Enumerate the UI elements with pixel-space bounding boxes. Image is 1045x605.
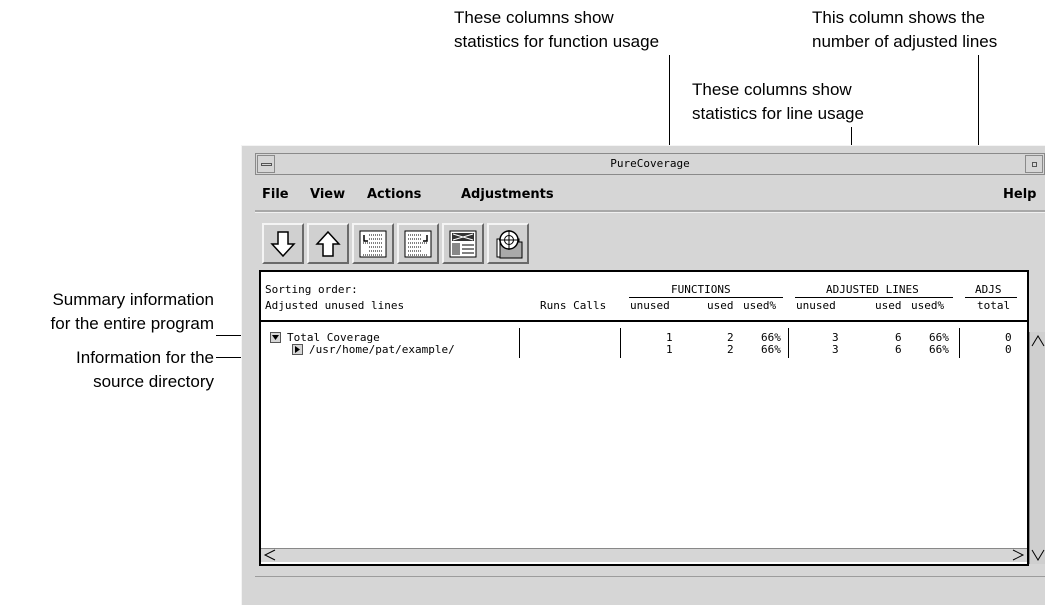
column-separator (620, 328, 621, 358)
callout-source-dir: Information for the source directory (76, 346, 214, 394)
minimize-icon (1032, 162, 1037, 167)
sorting-order-label: Sorting order: (265, 283, 358, 296)
callout-function-usage-line2: statistics for function usage (454, 32, 660, 51)
collapse-triangle-icon[interactable] (270, 332, 281, 343)
functions-group-header: FUNCTIONS (671, 283, 731, 296)
toolbar-collapse-button[interactable] (397, 223, 439, 264)
functions-group-line (629, 297, 783, 298)
callout-adjusted-lines-line2: number of adjusted lines (812, 32, 998, 51)
column-separator (788, 328, 789, 358)
menu-view[interactable]: View (310, 187, 345, 202)
callout-line-usage-line1: These columns show (692, 80, 852, 99)
row-name: /usr/home/pat/example/ (309, 343, 455, 356)
callout-line-usage: These columns show statistics for line u… (692, 78, 864, 126)
window-title: PureCoverage (610, 157, 690, 170)
callout-adjusted-lines: This column shows the number of adjusted… (812, 6, 997, 54)
column-separator (959, 328, 960, 358)
lines-usedpct-value: 66% (929, 343, 949, 356)
functions-used-value: 2 (727, 343, 734, 356)
lines-unused-value: 3 (832, 343, 839, 356)
status-bar (255, 576, 1045, 601)
arrow-down-icon (270, 231, 296, 258)
vertical-scrollbar[interactable] (1029, 332, 1045, 564)
toolbar-target-button[interactable] (487, 223, 529, 264)
col-functions-used[interactable]: used (707, 299, 734, 312)
runs-calls-header: Runs Calls (540, 299, 607, 312)
target-icon (496, 230, 523, 259)
column-separator (519, 328, 520, 358)
adjusted-lines-group-header: ADJUSTED LINES (826, 283, 919, 296)
callout-adjusted-lines-line1: This column shows the (812, 8, 985, 27)
col-lines-used[interactable]: used (875, 299, 902, 312)
callout-summary-line1: Summary information (52, 290, 214, 309)
callout-source-dir-line1: Information for the (76, 348, 214, 367)
toolbar-annotate-button[interactable] (442, 223, 484, 264)
callout-summary-line2: for the entire program (50, 314, 214, 333)
coverage-table: Sorting order: Adjusted unused lines Run… (259, 270, 1029, 566)
lines-used-value: 6 (895, 343, 902, 356)
title-bar[interactable]: PureCoverage (255, 153, 1045, 175)
col-adjs-total[interactable]: total (977, 299, 1010, 312)
callout-function-usage: These columns show statistics for functi… (454, 6, 659, 54)
functions-unused-value: 1 (666, 343, 673, 356)
col-functions-usedpct[interactable]: used% (743, 299, 776, 312)
callout-summary: Summary information for the entire progr… (51, 288, 214, 336)
col-lines-unused[interactable]: unused (796, 299, 836, 312)
adjs-group-header: ADJS (975, 283, 1002, 296)
arrow-up-icon (315, 230, 341, 257)
toolbar-up-button[interactable] (307, 223, 349, 264)
menu-adjustments[interactable]: Adjustments (461, 187, 554, 202)
callout-line-usage-line2: statistics for line usage (692, 104, 864, 123)
adjusted-lines-group-line (795, 297, 953, 298)
sorting-order-value[interactable]: Adjusted unused lines (265, 299, 404, 312)
menu-help[interactable]: Help (1003, 187, 1036, 202)
minimize-button[interactable] (1025, 155, 1043, 173)
purecoverage-window: PureCoverage File View Actions Adjustmen… (241, 145, 1045, 605)
adjs-total-value: 0 (1005, 343, 1012, 356)
callout-source-dir-line2: source directory (93, 372, 214, 391)
menu-file[interactable]: File (262, 187, 289, 202)
menu-actions[interactable]: Actions (367, 187, 421, 202)
callout-function-usage-line1: These columns show (454, 8, 614, 27)
col-lines-usedpct[interactable]: used% (911, 299, 944, 312)
menu-bar: File View Actions Adjustments Help (255, 180, 1045, 208)
expand-icon (359, 230, 387, 258)
adjs-group-line (965, 297, 1017, 298)
expand-triangle-icon[interactable] (292, 344, 303, 355)
scroll-right-icon[interactable] (1011, 549, 1025, 561)
menu-separator (255, 210, 1045, 213)
toolbar-expand-button[interactable] (352, 223, 394, 264)
toolbar-down-button[interactable] (262, 223, 304, 264)
annotate-icon (449, 230, 477, 258)
collapse-icon (404, 230, 432, 258)
horizontal-scrollbar[interactable] (261, 548, 1027, 562)
scroll-down-icon[interactable] (1031, 548, 1045, 562)
scroll-left-icon[interactable] (263, 549, 277, 561)
col-functions-unused[interactable]: unused (630, 299, 670, 312)
scroll-up-icon[interactable] (1031, 334, 1045, 348)
header-rule (261, 320, 1027, 322)
functions-usedpct-value: 66% (761, 343, 781, 356)
